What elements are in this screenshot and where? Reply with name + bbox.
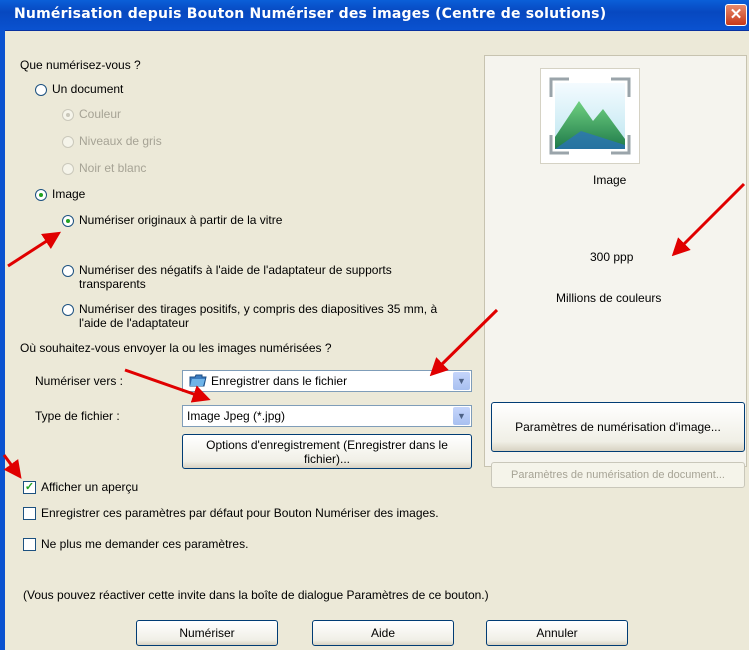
annotation-arrow-preview-checkbox [2, 454, 22, 479]
scan-dialog: Numérisation depuis Bouton Numériser des… [0, 0, 749, 650]
annotation-arrow-file-type [124, 368, 211, 403]
annotation-arrow-resolution [671, 182, 746, 257]
red-annotation-arrows [2, 182, 746, 479]
annotation-arrow-glass [7, 231, 62, 268]
annotation-arrow-scan-to [429, 308, 499, 377]
